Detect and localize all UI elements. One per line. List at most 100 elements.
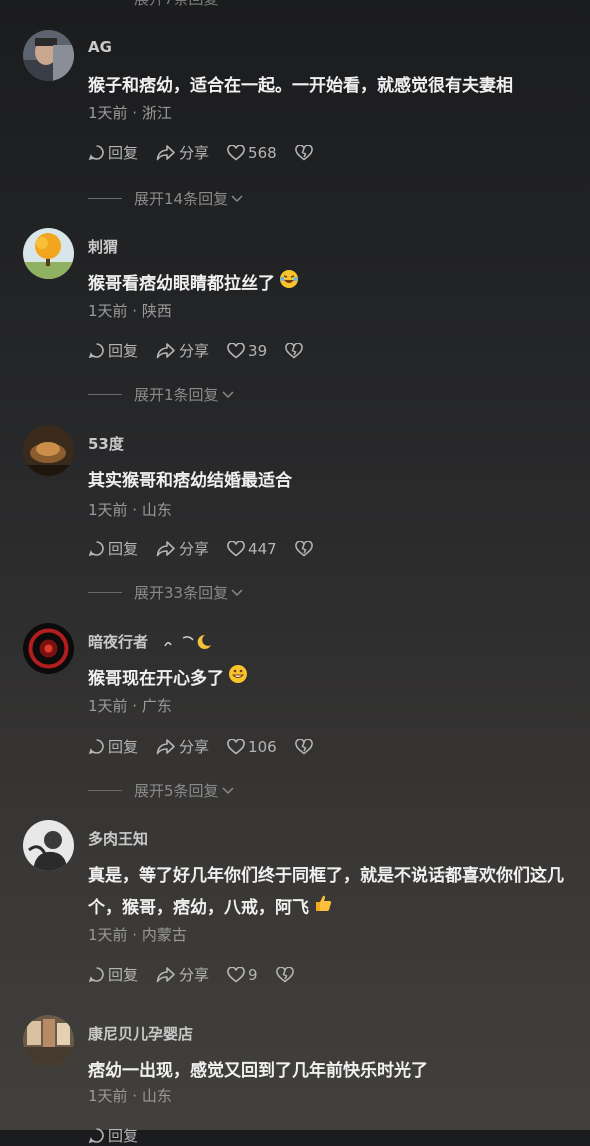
comment-meta: 1天前 · 内蒙古	[88, 926, 187, 944]
comment-text-content: 猴哥现在开心多了	[88, 669, 224, 689]
comment-meta: 1天前 · 山东	[88, 501, 172, 519]
comment-meta: 1天前 · 陕西	[88, 302, 172, 320]
dislike-heart-icon	[275, 966, 294, 982]
like-button[interactable]: 568	[227, 144, 277, 162]
like-count: 39	[248, 341, 268, 360]
username[interactable]: AG	[88, 38, 112, 56]
like-button[interactable]: 9	[227, 966, 258, 984]
comment-meta: 1天前 · 广东	[88, 697, 172, 715]
avatar[interactable]	[23, 1015, 74, 1066]
divider	[88, 592, 122, 593]
divider	[88, 198, 122, 199]
share-button[interactable]: 分享	[156, 964, 209, 985]
share-label: 分享	[179, 966, 210, 984]
avatar[interactable]	[23, 820, 74, 871]
share-button[interactable]: 分享	[156, 142, 209, 163]
share-label: 分享	[179, 342, 210, 360]
chevron-down-icon	[222, 390, 234, 398]
avatar[interactable]	[23, 623, 74, 674]
expand-label: 展开14条回复	[134, 190, 229, 208]
expand-replies-top[interactable]: 展开7条回复	[134, 0, 219, 9]
dislike-button[interactable]	[275, 966, 297, 983]
reply-label: 回复	[108, 342, 139, 360]
expand-replies[interactable]: 展开14条回复	[88, 188, 243, 209]
like-heart-icon	[227, 144, 245, 161]
reply-icon	[88, 541, 104, 557]
like-button[interactable]: 447	[227, 540, 277, 558]
thumbs-up-emoji-icon	[313, 892, 333, 924]
reply-icon	[88, 145, 104, 161]
like-heart-icon	[227, 966, 245, 983]
chevron-down-icon	[231, 194, 243, 202]
chevron-down-icon	[231, 588, 243, 596]
share-icon	[156, 343, 175, 359]
dislike-button[interactable]	[294, 738, 316, 755]
share-button[interactable]: 分享	[156, 538, 209, 559]
reply-button[interactable]: 回复	[88, 964, 138, 985]
share-icon	[156, 967, 175, 983]
like-count: 9	[248, 965, 258, 984]
divider	[88, 790, 122, 791]
like-heart-icon	[227, 540, 245, 557]
share-button[interactable]: 分享	[156, 736, 209, 757]
comment-meta: 1天前 · 山东	[88, 1087, 172, 1105]
expand-label: 展开33条回复	[134, 584, 229, 602]
share-icon	[156, 541, 175, 557]
share-label: 分享	[179, 540, 210, 558]
action-bar: 回复	[88, 1125, 156, 1146]
avatar[interactable]	[23, 228, 74, 279]
comment-text: 猴哥现在开心多了	[88, 663, 583, 695]
reply-icon	[88, 967, 104, 983]
reply-button[interactable]: 回复	[88, 340, 138, 361]
reply-icon	[88, 343, 104, 359]
reply-button[interactable]: 回复	[88, 736, 138, 757]
comment-text: 痞幼一出现，感觉又回到了几年前快乐时光了	[88, 1061, 428, 1081]
expand-label: 展开5条回复	[134, 782, 219, 800]
action-bar: 回复 分享 568	[88, 142, 334, 163]
grinning-emoji-icon	[228, 663, 248, 695]
username[interactable]: 多肉王知	[88, 828, 148, 849]
expand-replies[interactable]: 展开5条回复	[88, 780, 234, 801]
like-button[interactable]: 39	[227, 342, 267, 360]
chevron-down-icon	[222, 786, 234, 794]
dislike-button[interactable]	[294, 540, 316, 557]
avatar[interactable]	[23, 425, 74, 476]
share-button[interactable]: 分享	[156, 340, 209, 361]
like-heart-icon	[227, 342, 245, 359]
reply-label: 回复	[108, 966, 139, 984]
expand-replies[interactable]: 展开33条回复	[88, 582, 243, 603]
divider	[88, 394, 122, 395]
username[interactable]: 刺猬	[88, 236, 118, 257]
username[interactable]: 康尼贝儿孕婴店	[88, 1023, 193, 1044]
dislike-button[interactable]	[294, 144, 316, 161]
reply-label: 回复	[108, 1127, 139, 1145]
dislike-button[interactable]	[285, 342, 306, 359]
username[interactable]: 53度	[88, 433, 124, 454]
reply-button[interactable]: 回复	[88, 142, 138, 163]
action-bar: 回复 分享 106	[88, 736, 334, 757]
comment-meta: 1天前 · 浙江	[88, 104, 172, 122]
reply-button[interactable]: 回复	[88, 1125, 138, 1146]
dislike-heart-icon	[294, 738, 313, 754]
action-bar: 回复 分享 447	[88, 538, 334, 559]
reply-icon	[88, 739, 104, 755]
reply-label: 回复	[108, 540, 139, 558]
like-count: 447	[248, 539, 277, 558]
username[interactable]: 暗夜行者	[88, 631, 213, 654]
comment-text: 真是，等了好几年你们终于同框了，就是不说话都喜欢你们这几个，猴哥，痞幼，八戒，阿…	[88, 860, 583, 924]
reply-label: 回复	[108, 144, 139, 162]
like-button[interactable]: 106	[227, 738, 277, 756]
comment-text: 猴子和痞幼，适合在一起。一开始看，就感觉很有夫妻相	[88, 76, 513, 96]
comment-text: 猴哥看痞幼眼睛都拉丝了	[88, 268, 583, 300]
expand-replies[interactable]: 展开1条回复	[88, 384, 234, 405]
share-label: 分享	[179, 738, 210, 756]
reply-button[interactable]: 回复	[88, 538, 138, 559]
username-text: 暗夜行者	[88, 633, 149, 651]
action-bar: 回复 分享 9	[88, 964, 315, 985]
expand-label: 展开1条回复	[134, 386, 219, 404]
reply-label: 回复	[108, 738, 139, 756]
dislike-heart-icon	[285, 342, 303, 358]
dislike-heart-icon	[294, 144, 313, 160]
avatar[interactable]	[23, 30, 74, 81]
share-icon	[156, 145, 175, 161]
